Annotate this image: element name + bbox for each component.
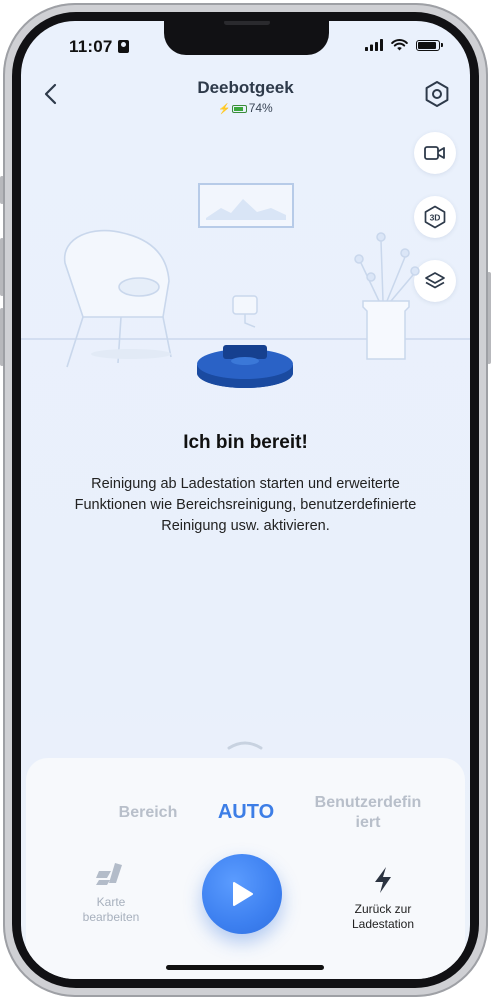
mode-tab-custom[interactable]: Benutzerdefin iert bbox=[298, 793, 438, 833]
wifi-icon bbox=[391, 39, 408, 51]
robot-scene-illustration bbox=[21, 183, 470, 388]
video-button[interactable] bbox=[414, 132, 456, 174]
focus-id-icon bbox=[117, 40, 129, 53]
signal-icon bbox=[365, 39, 383, 51]
mode-tab-auto[interactable]: AUTO bbox=[196, 801, 296, 824]
settings-hexagon-icon[interactable] bbox=[422, 79, 452, 109]
edit-map-icon bbox=[96, 863, 122, 885]
home-indicator bbox=[166, 965, 324, 970]
battery-status-icon bbox=[416, 39, 443, 51]
robot-vacuum bbox=[197, 345, 293, 388]
edit-map-button[interactable]: Karte bearbeiten bbox=[63, 861, 159, 925]
charging-icon: ⚡ bbox=[218, 104, 231, 115]
expand-handle-icon[interactable] bbox=[226, 740, 264, 750]
header: Deebotgeek ⚡ 74% bbox=[21, 73, 470, 123]
page-title: Deebotgeek bbox=[197, 78, 294, 97]
play-icon bbox=[233, 882, 253, 906]
video-camera-icon bbox=[424, 146, 445, 160]
notch bbox=[164, 21, 329, 55]
mode-tab-area[interactable]: Bereich bbox=[88, 804, 208, 822]
return-to-dock-button[interactable]: Zurück zur Ladestation bbox=[333, 866, 433, 932]
ready-description: Reinigung ab Ladestation starten und erw… bbox=[74, 476, 417, 534]
battery-icon bbox=[231, 105, 247, 113]
lightning-bolt-icon bbox=[375, 867, 391, 893]
vase bbox=[354, 232, 420, 360]
robot-battery: ⚡ 74% bbox=[218, 101, 273, 115]
start-cleaning-button[interactable] bbox=[202, 854, 282, 934]
armchair bbox=[64, 229, 172, 368]
app-screen: 11:07 Deebotgeek ⚡ 74% 3D Ich bin bereit… bbox=[21, 21, 470, 979]
status-icons bbox=[365, 39, 443, 51]
ready-title: Ich bin bereit! bbox=[183, 432, 308, 453]
status-time: 11:07 bbox=[69, 37, 129, 57]
